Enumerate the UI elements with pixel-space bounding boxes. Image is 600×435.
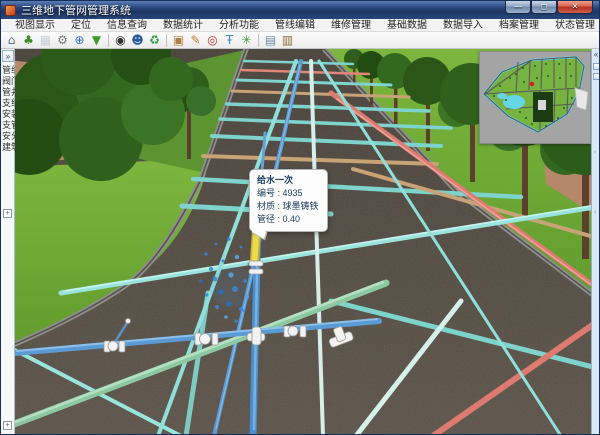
minimap-pond xyxy=(497,93,507,99)
tree-icon: ♣ xyxy=(23,33,34,47)
faucet-button[interactable]: Ŧ xyxy=(221,32,238,48)
window-title: 三维地下管网管理系统 xyxy=(21,2,131,18)
map-button[interactable]: ▦ xyxy=(37,32,54,48)
menu-view-display[interactable]: 视图显示 xyxy=(7,19,63,32)
download-button[interactable]: ▼ xyxy=(88,32,105,48)
gear-button[interactable]: ⚙ xyxy=(54,32,71,48)
expand-node-button[interactable]: + xyxy=(3,209,12,218)
left-panel-item[interactable]: 支线 xyxy=(1,98,15,109)
menu-base-data[interactable]: 基础数据 xyxy=(379,19,435,32)
app-icon xyxy=(5,5,16,16)
left-panel-item[interactable]: 建筑 xyxy=(1,142,15,153)
home-button[interactable]: ⌂ xyxy=(3,32,20,48)
flange[interactable] xyxy=(249,261,263,266)
expand-node-button-bottom[interactable]: + xyxy=(3,421,12,430)
user-icon: ☻ xyxy=(131,33,144,47)
user-button[interactable]: ☻ xyxy=(129,32,146,48)
tooltip-title: 给水一次 xyxy=(257,174,319,187)
viewport-3d[interactable]: » 管线 阀门 管井 支线 安装 支管 安分 建筑 + + « ‹ ‹ xyxy=(1,49,600,435)
window-controls: — ◻ ✕ xyxy=(505,1,593,14)
menu-locate[interactable]: 定位 xyxy=(63,19,99,32)
valve[interactable] xyxy=(284,326,306,337)
refresh-icon: ♻ xyxy=(149,33,160,47)
menu-archive[interactable]: 档案管理 xyxy=(491,19,547,32)
package-icon: ▣ xyxy=(173,33,184,47)
book-button[interactable]: ▥ xyxy=(279,32,296,48)
layer-button[interactable] xyxy=(593,63,600,70)
camera-button[interactable]: ◉ xyxy=(112,32,129,48)
pipe-info-tooltip: 给水一次 编号 : 4935 材质 : 球墨铸铁 管径 : 0.40 xyxy=(249,169,328,232)
toolbar-separator xyxy=(166,34,167,47)
tooltip-line-material: 材质 : 球墨铸铁 xyxy=(257,200,319,213)
right-panel-collapsed: « ‹ ‹ xyxy=(591,49,600,435)
tree-button[interactable]: ♣ xyxy=(20,32,37,48)
toolbar-separator xyxy=(258,34,259,47)
menubar: 视图显示 定位 信息查询 数据统计 分析功能 管线编辑 维修管理 基础数据 数据… xyxy=(1,19,599,32)
tooltip-line-diameter: 管径 : 0.40 xyxy=(257,213,319,226)
menu-status[interactable]: 状态管理 xyxy=(547,19,600,32)
minimize-button[interactable]: — xyxy=(505,1,531,14)
panel-nav-down[interactable]: ‹ xyxy=(594,209,596,216)
minimap-building xyxy=(575,88,588,110)
left-panel-item[interactable]: 安分 xyxy=(1,131,15,142)
package-button[interactable]: ▣ xyxy=(170,32,187,48)
menu-data-import[interactable]: 数据导入 xyxy=(435,19,491,32)
faucet-icon: Ŧ xyxy=(226,33,233,47)
maximize-button[interactable]: ◻ xyxy=(531,1,557,14)
left-panel-item[interactable]: 支管 xyxy=(1,120,15,131)
menu-analysis[interactable]: 分析功能 xyxy=(211,19,267,32)
edit-button[interactable]: ✎ xyxy=(187,32,204,48)
left-panel-item[interactable]: 管线 xyxy=(1,65,15,76)
home-icon: ⌂ xyxy=(8,33,16,47)
panel-nav-up[interactable]: ‹ xyxy=(594,149,596,156)
left-panel-collapsed: » 管线 阀门 管井 支线 安装 支管 安分 建筑 + + xyxy=(1,49,15,435)
minimap[interactable] xyxy=(479,51,591,144)
camera-icon: ◉ xyxy=(115,33,125,47)
left-panel-item[interactable]: 阀门 xyxy=(1,76,15,87)
menu-maintenance[interactable]: 维修管理 xyxy=(323,19,379,32)
document-icon: ▤ xyxy=(265,33,276,47)
left-panel-items: 管线 阀门 管井 支线 安装 支管 安分 建筑 xyxy=(1,65,15,153)
map-icon: ▦ xyxy=(40,33,51,47)
flange[interactable] xyxy=(249,269,263,274)
minimap-canvas[interactable] xyxy=(480,52,590,143)
minimap-central-building xyxy=(538,100,546,110)
book-icon: ▥ xyxy=(282,33,293,47)
globe-button[interactable]: ⊕ xyxy=(71,32,88,48)
left-panel-expand-button[interactable]: » xyxy=(2,50,14,62)
close-button[interactable]: ✕ xyxy=(557,1,593,14)
app-window: 三维地下管网管理系统 — ◻ ✕ 视图显示 定位 信息查询 数据统计 分析功能 … xyxy=(0,0,600,435)
left-panel-item[interactable]: 安装 xyxy=(1,109,15,120)
flower-button[interactable]: ✳ xyxy=(238,32,255,48)
right-panel-collapse-button[interactable]: « xyxy=(592,50,600,60)
refresh-button[interactable]: ♻ xyxy=(146,32,163,48)
layer-button[interactable] xyxy=(593,73,600,80)
globe-icon: ⊕ xyxy=(74,33,84,47)
toolbar-separator xyxy=(108,34,109,47)
valve[interactable] xyxy=(195,333,218,345)
menu-data-stats[interactable]: 数据统计 xyxy=(155,19,211,32)
lifebuoy-button[interactable]: ◎ xyxy=(204,32,221,48)
left-panel-item[interactable]: 管井 xyxy=(1,87,15,98)
document-button[interactable]: ▤ xyxy=(262,32,279,48)
title-bar: 三维地下管网管理系统 — ◻ ✕ xyxy=(1,1,599,19)
menu-info-query[interactable]: 信息查询 xyxy=(99,19,155,32)
download-icon: ▼ xyxy=(92,33,101,47)
edit-icon: ✎ xyxy=(190,33,200,47)
menu-pipeline-edit[interactable]: 管线编辑 xyxy=(267,19,323,32)
flower-icon: ✳ xyxy=(241,33,251,47)
gear-icon: ⚙ xyxy=(57,33,68,47)
minimap-position-marker xyxy=(530,82,534,86)
toolbar: ⌂ ♣ ▦ ⚙ ⊕ ▼ ◉ ☻ ♻ ▣ ✎ ◎ Ŧ ✳ ▤ ▥ xyxy=(1,32,599,49)
tooltip-line-id: 编号 : 4935 xyxy=(257,187,319,200)
lifebuoy-icon: ◎ xyxy=(207,33,217,47)
